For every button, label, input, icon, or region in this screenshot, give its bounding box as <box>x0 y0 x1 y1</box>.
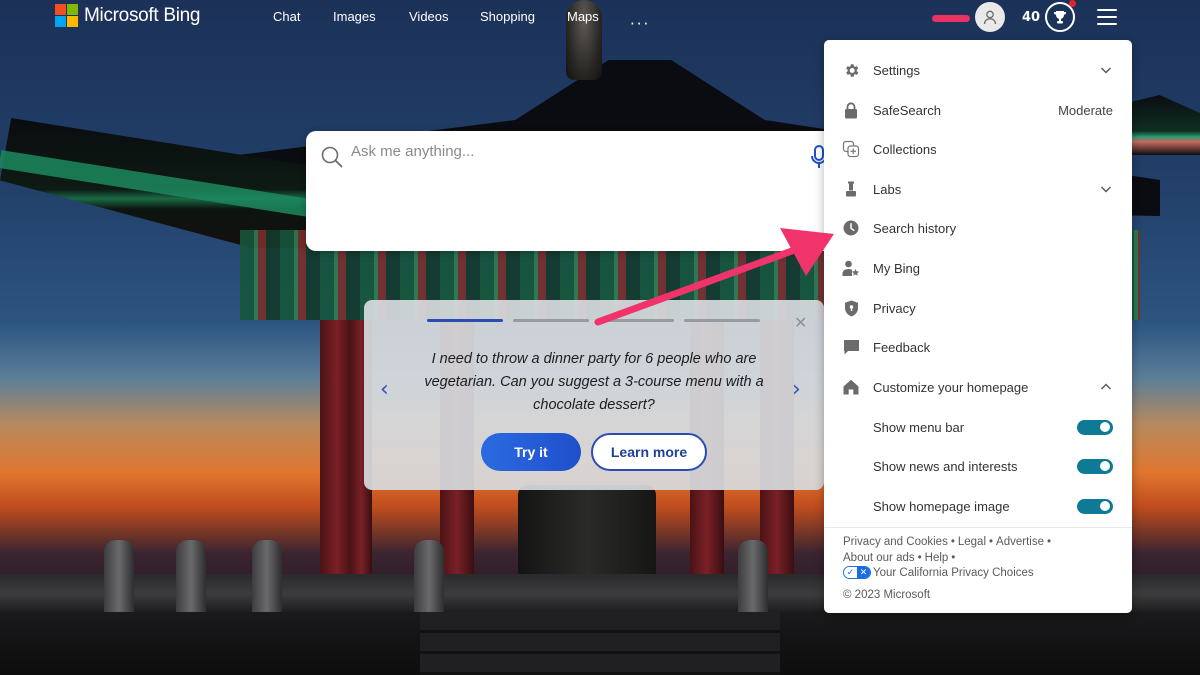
menu-item-search-history[interactable]: Search history <box>824 209 1132 247</box>
hamburger-menu-button[interactable] <box>1097 9 1117 25</box>
nav-item-chat[interactable]: Chat <box>273 9 300 24</box>
toggle-label: Show menu bar <box>873 419 965 435</box>
microsoft-logo-icon <box>55 4 78 27</box>
menu-label: Collections <box>873 141 937 157</box>
legal-link[interactable]: Legal <box>958 536 986 548</box>
menu-item-privacy[interactable]: Privacy <box>824 289 1132 327</box>
chevron-left-icon[interactable]: ‹ <box>380 377 389 402</box>
top-bar: Microsoft Bing Chat Images Videos Shoppi… <box>0 0 1200 36</box>
more-options-icon[interactable]: ··· <box>630 15 650 33</box>
close-icon[interactable]: ✕ <box>794 313 807 332</box>
menu-item-safesearch[interactable]: SafeSearch Moderate <box>824 91 1132 129</box>
chevron-right-icon[interactable]: › <box>792 377 801 402</box>
menu-label: Customize your homepage <box>873 379 1029 395</box>
menu-label: Privacy <box>873 300 916 316</box>
temple-bell <box>518 485 656 585</box>
toggle-label: Show news and interests <box>873 458 1018 474</box>
learn-more-button[interactable]: Learn more <box>591 433 707 471</box>
railing-post <box>738 540 768 620</box>
toggle-row-show-homepage-image: Show homepage image <box>824 487 1132 525</box>
menu-label: SafeSearch <box>873 102 941 118</box>
menu-item-collections[interactable]: Collections <box>824 130 1132 168</box>
bing-logo-link[interactable]: Microsoft Bing <box>55 4 200 27</box>
menu-label: My Bing <box>873 260 920 276</box>
nav-item-videos[interactable]: Videos <box>409 9 449 24</box>
settings-dropdown-panel: Settings SafeSearch Moderate Collections… <box>824 40 1132 613</box>
railing-post <box>252 540 282 620</box>
menu-label: Settings <box>873 62 920 78</box>
chat-suggestion-card: ✕ ‹ › I need to throw a dinner party for… <box>364 300 824 490</box>
pagoda-pillar <box>320 320 354 590</box>
temple-stairs <box>420 612 780 675</box>
panel-footer: Privacy and Cookies • Legal • Advertise • Abo… <box>843 535 1123 603</box>
privacy-choices-link[interactable]: Your California Privacy Choices <box>873 567 1034 579</box>
menu-label: Search history <box>873 220 957 236</box>
show-news-toggle[interactable] <box>1077 458 1113 474</box>
advertise-link[interactable]: Advertise <box>996 536 1044 548</box>
panel-divider <box>824 527 1132 528</box>
chevron-down-icon <box>1101 67 1111 74</box>
nav-item-images[interactable]: Images <box>333 9 376 24</box>
menu-item-feedback[interactable]: Feedback <box>824 328 1132 366</box>
chevron-up-icon <box>1101 383 1111 390</box>
suggestion-prompt: I need to throw a dinner party for 6 peo… <box>424 351 764 413</box>
show-menu-bar-toggle[interactable] <box>1077 419 1113 435</box>
labs-icon <box>842 180 860 198</box>
toggle-label: Show homepage image <box>873 498 1010 514</box>
privacy-cookies-link[interactable]: Privacy and Cookies <box>843 536 948 548</box>
toggle-row-show-menu-bar: Show menu bar <box>824 408 1132 446</box>
nav-item-maps[interactable]: Maps <box>567 9 599 24</box>
carousel-progress-segment-2[interactable] <box>513 319 589 322</box>
copyright: © 2023 Microsoft <box>843 588 931 601</box>
search-icon <box>321 146 343 168</box>
brand-name: Microsoft Bing <box>84 4 201 26</box>
try-it-button[interactable]: Try it <box>481 433 581 471</box>
person-icon <box>983 10 997 25</box>
clock-icon <box>842 219 860 237</box>
gear-icon <box>842 61 860 79</box>
redacted-user-name <box>932 15 970 22</box>
user-area: 40 <box>930 0 1200 34</box>
carousel-progress-segment-4[interactable] <box>684 319 760 322</box>
carousel-progress-segment-3[interactable] <box>598 319 674 322</box>
help-link[interactable]: Help <box>925 552 949 564</box>
nav-item-shopping[interactable]: Shopping <box>480 9 535 24</box>
menu-item-customize-homepage[interactable]: Customize your homepage <box>824 368 1132 406</box>
railing-post <box>104 540 134 620</box>
menu-item-settings[interactable]: Settings <box>824 51 1132 89</box>
trophy-icon <box>1054 11 1066 24</box>
safesearch-value: Moderate <box>1058 102 1113 118</box>
railing-post <box>414 540 444 620</box>
profile-avatar-button[interactable] <box>975 2 1005 32</box>
collections-icon <box>842 140 860 158</box>
railing-post <box>176 540 206 620</box>
privacy-choices-icon: ✓ ✕ <box>843 566 871 580</box>
notification-dot <box>1069 0 1076 7</box>
carousel-progress-segment-1[interactable] <box>427 319 503 322</box>
about-ads-link[interactable]: About our ads <box>843 552 915 564</box>
menu-label: Labs <box>873 181 902 197</box>
search-input[interactable] <box>351 143 791 160</box>
menu-item-labs[interactable]: Labs <box>824 170 1132 208</box>
menu-item-my-bing[interactable]: My Bing <box>824 249 1132 287</box>
search-box <box>306 131 836 251</box>
show-homepage-image-toggle[interactable] <box>1077 498 1113 514</box>
menu-label: Feedback <box>873 339 931 355</box>
feedback-icon <box>842 338 860 356</box>
chevron-down-icon <box>1101 186 1111 193</box>
toggle-row-show-news: Show news and interests <box>824 447 1132 485</box>
user-star-icon <box>842 259 860 277</box>
home-icon <box>842 378 860 396</box>
rewards-points: 40 <box>1022 10 1041 25</box>
shield-icon <box>842 299 860 317</box>
lock-icon <box>842 101 860 119</box>
